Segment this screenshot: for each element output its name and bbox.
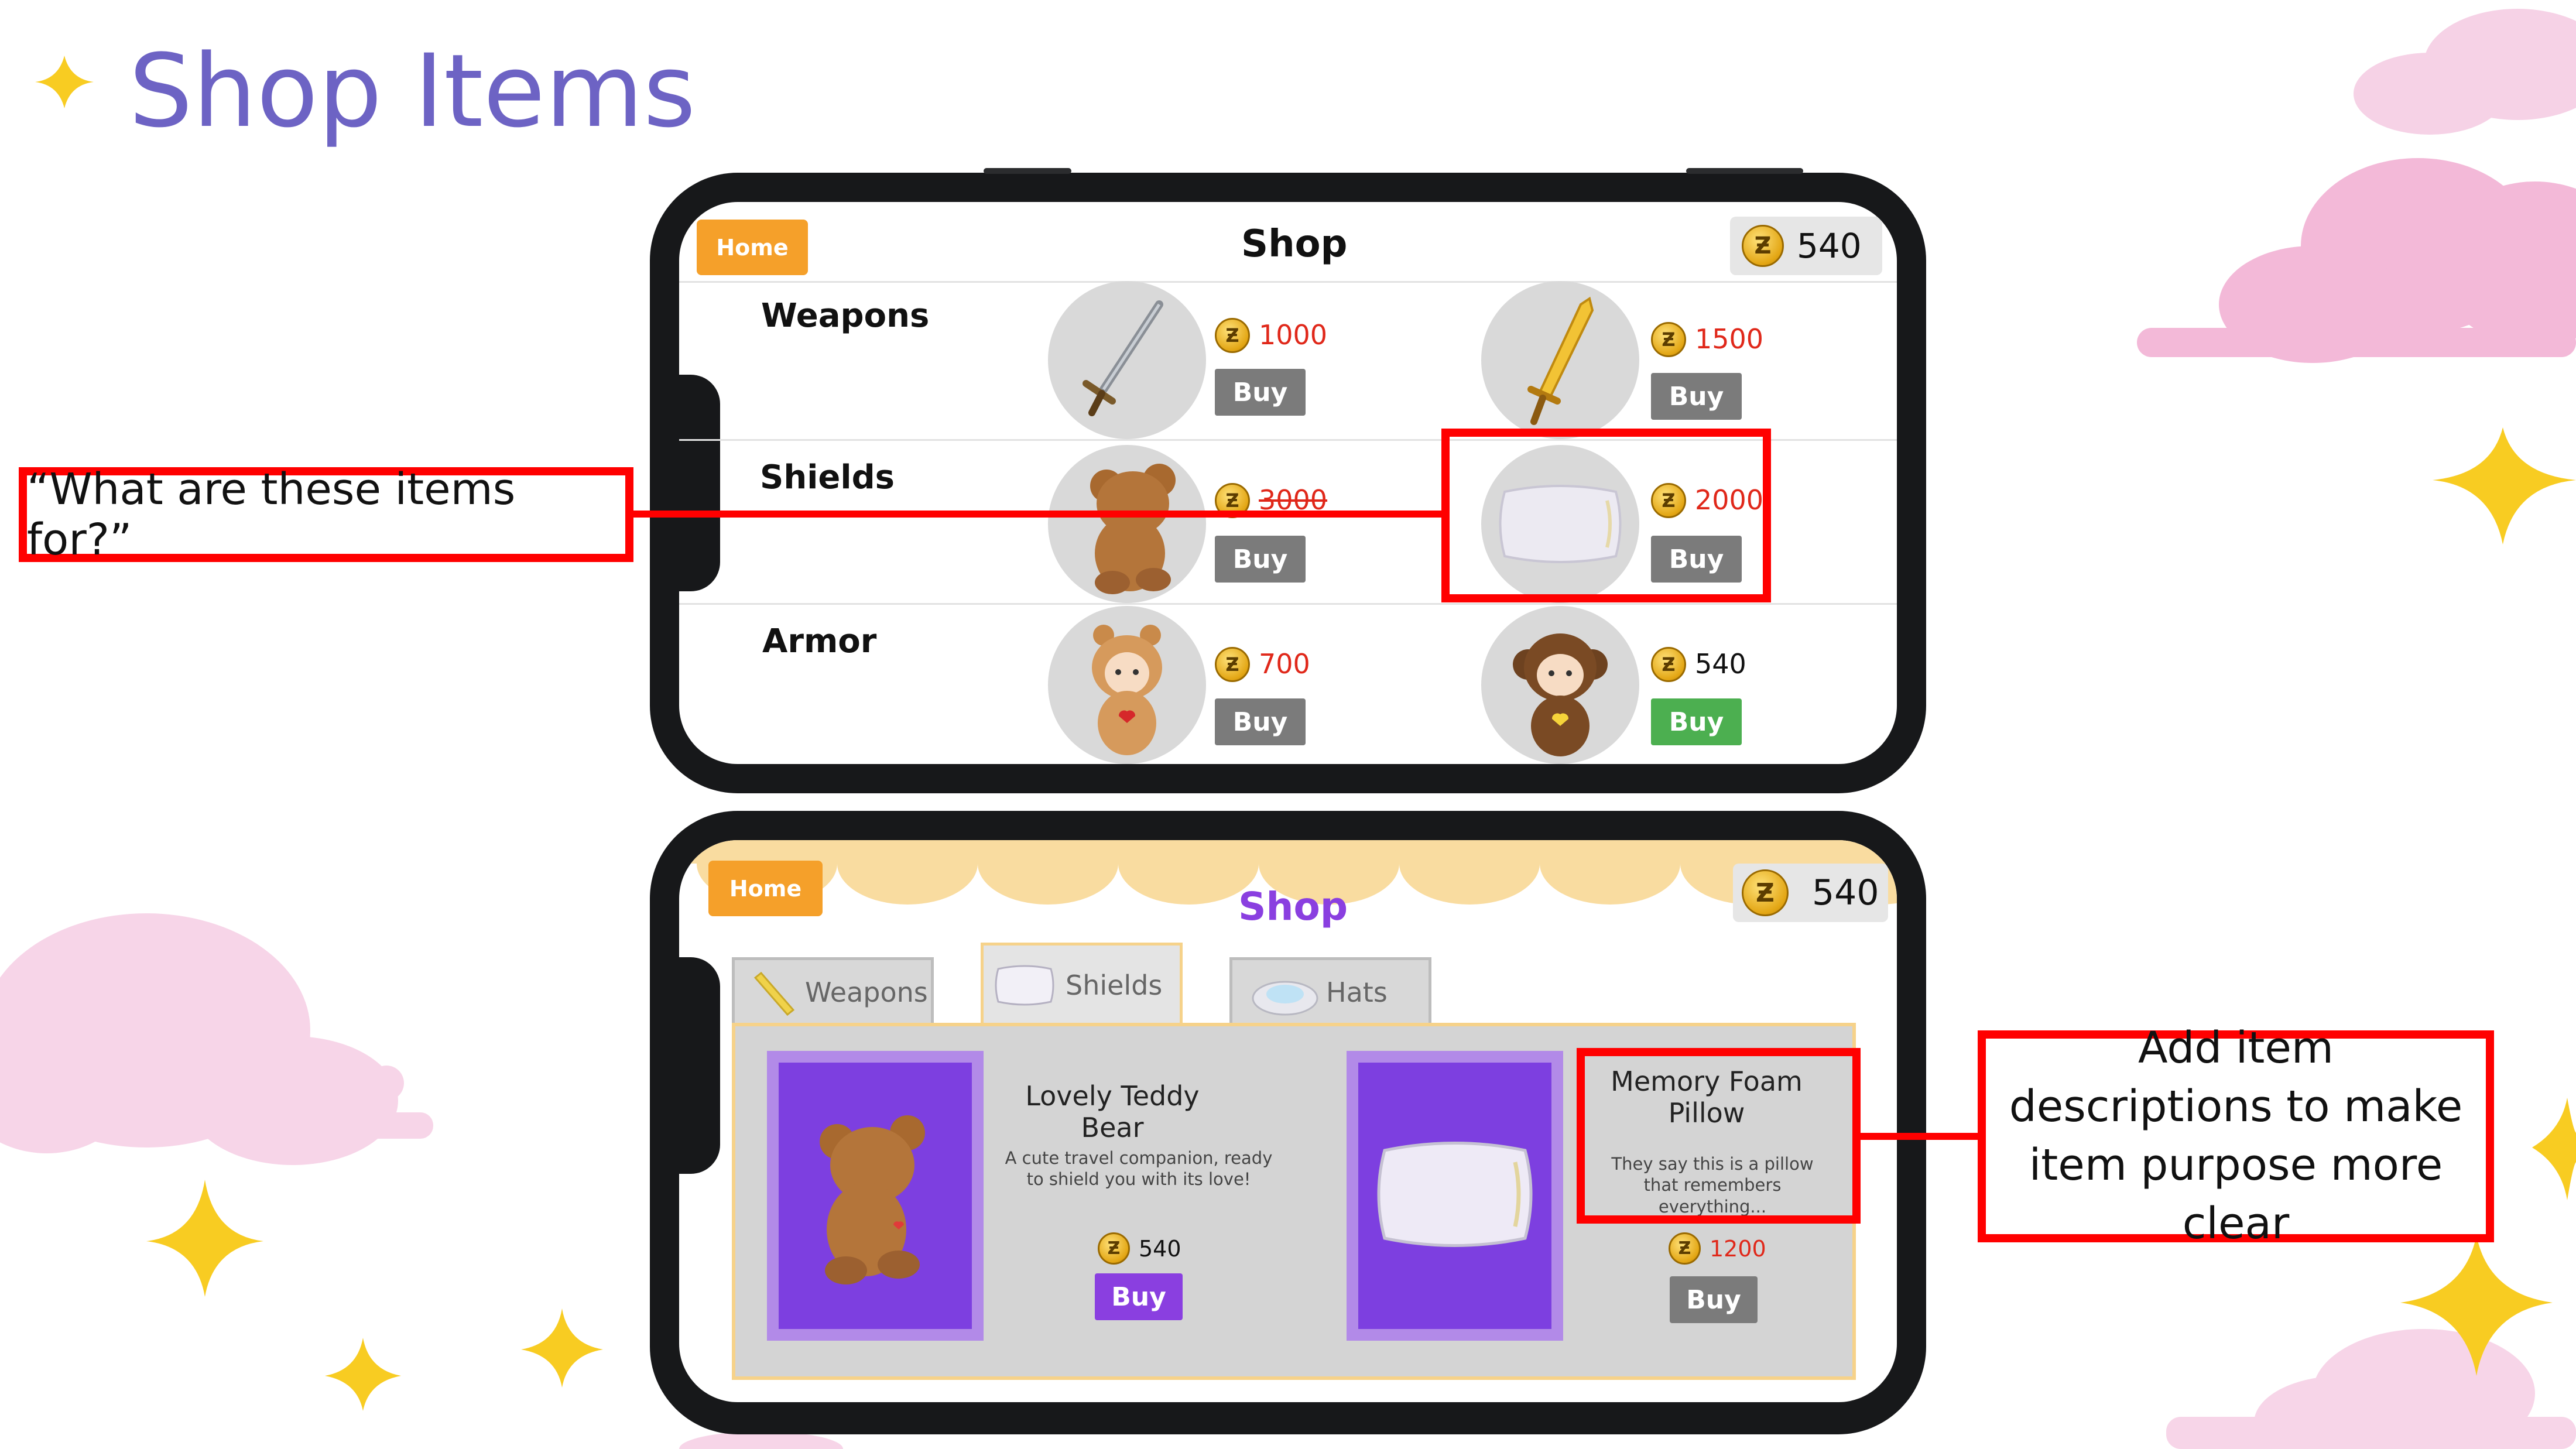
coin-icon: Ƶ [1098,1232,1130,1265]
tab-hats[interactable]: Hats [1229,957,1431,1025]
tab-shields[interactable]: Shields [981,943,1183,1025]
pillow-icon [995,965,1054,1005]
coin-icon: Ƶ [1742,225,1784,267]
phone-notch [679,375,720,591]
teddy-bear-icon [820,1115,925,1284]
phone-notch [679,957,720,1174]
connector-line [629,511,1443,518]
coin-balance: Ƶ 540 [1730,217,1882,275]
pencil-icon [753,971,795,1016]
reindeer-costume-icon [1092,625,1162,755]
golden-sword-icon [1527,296,1594,425]
sword-icon [1083,300,1163,416]
buy-button[interactable]: Buy [1095,1273,1183,1320]
shop-item-monkey-costume[interactable] [1481,606,1639,764]
buy-button[interactable]: Buy [1670,1276,1758,1323]
home-button[interactable]: Home [708,861,823,916]
connector-line [1859,1133,1982,1140]
highlight-box [1577,1048,1861,1224]
suggestion-callout: Add item descriptions to make item purpo… [1978,1023,2494,1249]
shop-item-teddy-bear[interactable] [1048,445,1206,603]
item-description: A cute travel companion, ready to shield… [1005,1148,1273,1190]
coin-balance: Ƶ 540 [1733,864,1888,922]
highlight-box [1441,429,1771,602]
divider [679,281,1897,283]
question-callout: “What are these items for?” [19,464,633,565]
monkey-costume-icon [1513,633,1608,756]
teddy-bear-icon [1090,464,1176,594]
coin-icon: Ƶ [1651,322,1686,357]
buy-button[interactable]: Buy [1651,373,1742,420]
slide-title: Shop Items [129,32,696,150]
shop-item-golden-sword[interactable] [1481,281,1639,439]
cloud-decoration [2137,158,2576,363]
item-card-pillow[interactable] [1347,1051,1563,1341]
item-name: Lovely Teddy Bear [1025,1080,1200,1143]
item-card-teddy-bear[interactable] [767,1051,984,1341]
category-label-weapons: Weapons [761,297,930,335]
buy-button[interactable]: Buy [1651,698,1742,745]
tab-weapons[interactable]: Weapons [732,957,934,1025]
cloud-decoration [2354,9,2576,135]
item-price: 540 [1695,648,1746,680]
category-label-shields: Shields [760,458,895,496]
shop-item-reindeer-costume[interactable] [1048,606,1206,764]
item-price: 1000 [1259,319,1328,351]
item-price: 700 [1259,648,1310,680]
item-price: 1200 [1710,1236,1766,1262]
divider [679,603,1897,605]
item-price: 1500 [1695,323,1764,355]
coin-icon: Ƶ [1215,647,1250,682]
item-price: 540 [1139,1236,1181,1262]
buy-button[interactable]: Buy [1215,698,1306,745]
buy-button[interactable]: Buy [1215,536,1306,583]
home-button[interactable]: Home [697,220,808,275]
coin-icon: Ƶ [1669,1232,1701,1265]
coin-count: 540 [1812,872,1879,913]
category-label-armor: Armor [762,622,877,660]
shop-item-sword[interactable] [1048,281,1206,439]
coin-count: 540 [1797,226,1862,266]
buy-button[interactable]: Buy [1215,369,1306,416]
hat-icon [1252,981,1318,1016]
pillow-icon [1377,1142,1533,1247]
phone-button [1686,168,1803,174]
cloud-decoration [0,913,433,1165]
coin-icon: Ƶ [1651,647,1686,682]
shop-title: Shop [1241,222,1348,266]
shop-title: Shop [1238,884,1348,929]
phone-button [984,168,1071,174]
coin-icon: Ƶ [1215,318,1250,353]
coin-icon: Ƶ [1742,869,1789,916]
